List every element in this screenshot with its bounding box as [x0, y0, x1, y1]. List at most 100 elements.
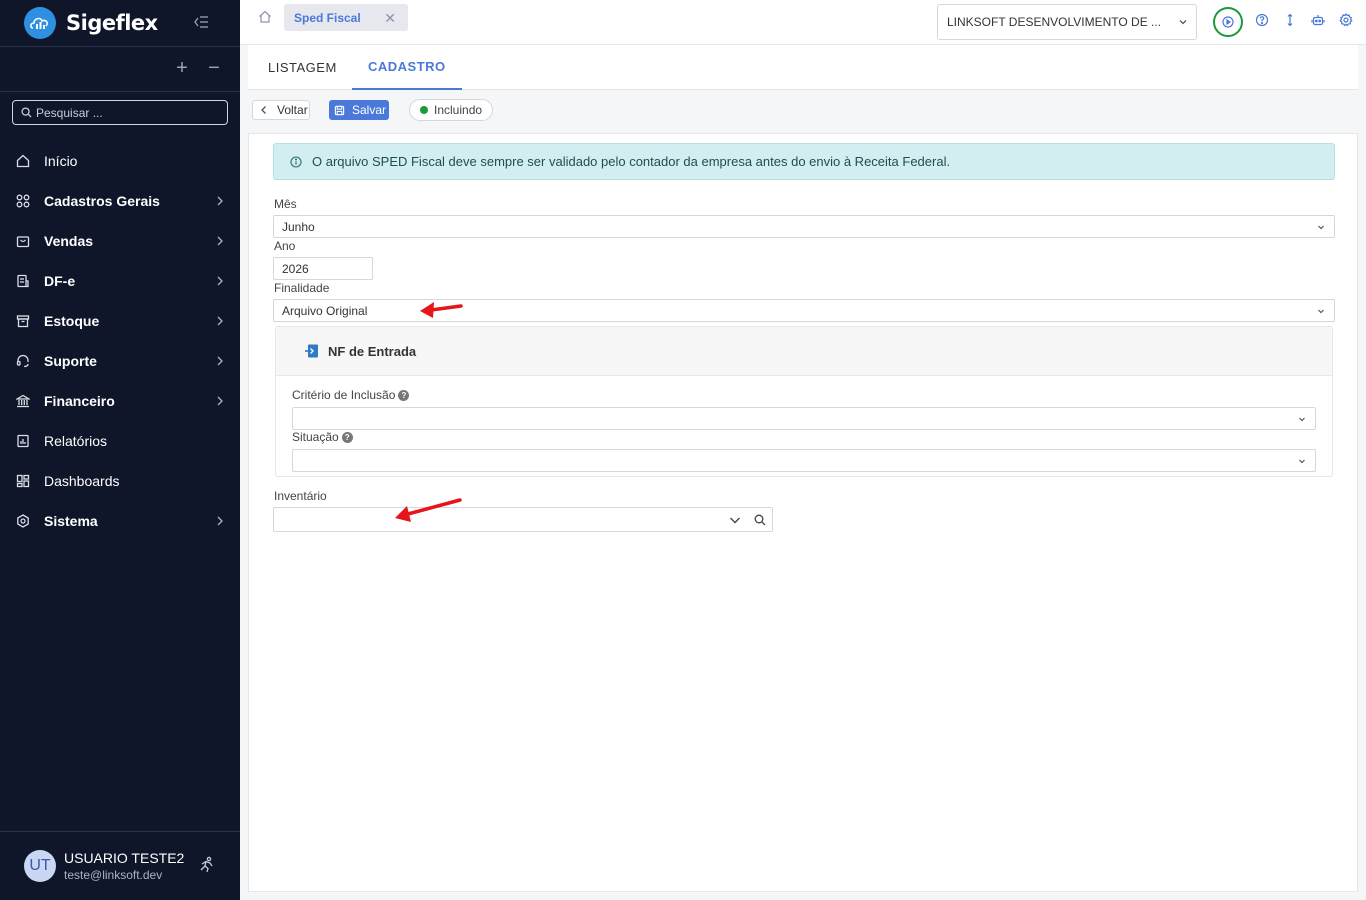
sidebar-item-financeiro[interactable]: Financeiro: [0, 381, 240, 421]
save-button[interactable]: Salvar: [329, 100, 389, 120]
inventario-label: Inventário: [274, 489, 327, 503]
sidebar-item-label: Suporte: [44, 353, 97, 369]
tab-cadastro[interactable]: CADASTRO: [352, 45, 462, 90]
bank-icon: [16, 394, 30, 408]
sidebar-item-label: Início: [44, 153, 78, 169]
document-icon: [17, 274, 29, 288]
form-panel: O arquivo SPED Fiscal deve sempre ser va…: [248, 133, 1358, 892]
open-tab-label: Sped Fiscal: [294, 10, 361, 25]
logo-icon: [24, 7, 56, 39]
chevron-down-icon: [1299, 459, 1305, 464]
sidebar-item-inicio[interactable]: Início: [0, 141, 240, 181]
search-icon: [21, 107, 32, 118]
home-icon: [16, 154, 30, 168]
finalidade-label: Finalidade: [274, 281, 330, 295]
search-input[interactable]: [36, 105, 216, 120]
collapse-all-icon[interactable]: −: [204, 58, 224, 78]
gear-icon[interactable]: [1339, 13, 1353, 27]
chevron-down-icon: [1299, 417, 1305, 422]
sidebar-item-label: Dashboards: [44, 473, 120, 489]
help-icon[interactable]: ?: [341, 432, 353, 444]
chevron-right-icon: [217, 236, 223, 246]
chevron-down-icon: [1318, 225, 1324, 230]
user-profile[interactable]: UT USUARIO TESTE2 teste@linksoft.dev: [0, 831, 240, 900]
status-label: Incluindo: [434, 103, 483, 117]
sidebar-item-label: Vendas: [44, 233, 94, 249]
search-icon[interactable]: [754, 514, 766, 526]
help-icon[interactable]: ?: [398, 390, 410, 402]
mes-value: Junho: [282, 219, 315, 234]
sidebar-item-suporte[interactable]: Suporte: [0, 341, 240, 381]
sidebar-item-dashboards[interactable]: Dashboards: [0, 461, 240, 501]
criterio-label: Critério de Inclusão?: [292, 388, 410, 402]
home-icon[interactable]: [258, 10, 272, 24]
info-alert: O arquivo SPED Fiscal deve sempre ser va…: [273, 143, 1335, 180]
sidebar-item-label: DF-e: [44, 273, 76, 289]
sidebar-item-estoque[interactable]: Estoque: [0, 301, 240, 341]
expand-collapse-row: + −: [0, 47, 240, 92]
play-button[interactable]: [1213, 7, 1243, 37]
app-name: Sigeflex: [66, 11, 158, 35]
sidebar-item-label: Relatórios: [44, 433, 108, 449]
close-icon[interactable]: ✕: [384, 10, 396, 27]
chevron-right-icon: [217, 316, 223, 326]
form-tabs: LISTAGEM CADASTRO: [248, 45, 1358, 90]
sidebar-item-label: Estoque: [44, 313, 100, 329]
nf-entrada-title: NF de Entrada: [328, 343, 417, 359]
grid-icon: [16, 194, 30, 208]
mes-select[interactable]: Junho: [273, 215, 1335, 238]
play-icon: [1222, 16, 1234, 28]
avatar: UT: [24, 850, 56, 882]
sidebar-item-dfe[interactable]: DF-e: [0, 261, 240, 301]
sidebar-item-vendas[interactable]: Vendas: [0, 221, 240, 261]
user-name: USUARIO TESTE2: [64, 850, 185, 866]
inventario-lookup[interactable]: [273, 507, 773, 532]
info-icon: [290, 155, 302, 168]
sidebar-nav: Início Cadastros Gerais Vendas DF-e Esto…: [0, 141, 240, 541]
status-dot: [420, 106, 428, 114]
user-email: teste@linksoft.dev: [64, 868, 163, 882]
chevron-right-icon: [217, 516, 223, 526]
sidebar-item-label: Financeiro: [44, 393, 115, 409]
company-select[interactable]: LINKSOFT DESENVOLVIMENTO DE ...: [937, 4, 1197, 40]
logout-runner-icon[interactable]: [198, 856, 216, 874]
situacao-select[interactable]: [292, 449, 1316, 472]
bag-icon: [16, 236, 30, 248]
sidebar-item-relatorios[interactable]: Relatórios: [0, 421, 240, 461]
chevron-down-icon[interactable]: [729, 515, 741, 525]
chevron-right-icon: [217, 276, 223, 286]
company-name: LINKSOFT DESENVOLVIMENTO DE ...: [947, 15, 1162, 29]
tab-listagem[interactable]: LISTAGEM: [252, 45, 353, 90]
chevron-right-icon: [217, 396, 223, 406]
alert-text: O arquivo SPED Fiscal deve sempre ser va…: [312, 154, 951, 169]
save-icon: [334, 105, 345, 115]
situacao-label: Situação?: [292, 430, 353, 444]
collapse-menu-icon[interactable]: [192, 13, 212, 33]
open-tab-sped-fiscal[interactable]: Sped Fiscal ✕: [284, 4, 408, 31]
sidebar-search[interactable]: [12, 100, 228, 125]
sort-icon[interactable]: [1283, 13, 1297, 27]
sidebar-item-sistema[interactable]: Sistema: [0, 501, 240, 541]
back-button[interactable]: Voltar: [252, 100, 310, 120]
sidebar-item-cadastros-gerais[interactable]: Cadastros Gerais: [0, 181, 240, 221]
help-icon[interactable]: [1255, 13, 1269, 27]
chevron-right-icon: [217, 196, 223, 206]
nf-entrada-card: NF de Entrada Critério de Inclusão? Situ…: [275, 326, 1333, 477]
status-badge: Incluindo: [409, 99, 493, 121]
back-button-label: Voltar: [277, 103, 308, 117]
chevron-right-icon: [217, 356, 223, 366]
report-icon: [17, 434, 29, 448]
criterio-select[interactable]: [292, 407, 1316, 430]
finalidade-value: Arquivo Original: [282, 303, 368, 318]
robot-icon[interactable]: [1311, 13, 1325, 27]
expand-all-icon[interactable]: +: [172, 58, 192, 78]
form-toolbar: Voltar Salvar Incluindo: [248, 92, 1358, 128]
ano-input[interactable]: 2026: [273, 257, 373, 280]
dashboard-icon: [16, 474, 30, 488]
nf-entrada-header: NF de Entrada: [276, 327, 1332, 376]
chevron-left-icon: [261, 106, 266, 114]
sidebar-item-label: Sistema: [44, 513, 98, 529]
top-bar: Sped Fiscal ✕ LINKSOFT DESENVOLVIMENTO D…: [240, 0, 1366, 45]
sidebar-item-label: Cadastros Gerais: [44, 193, 160, 209]
sidebar: Sigeflex + − Início Cadastros Gerais Ven…: [0, 0, 240, 900]
